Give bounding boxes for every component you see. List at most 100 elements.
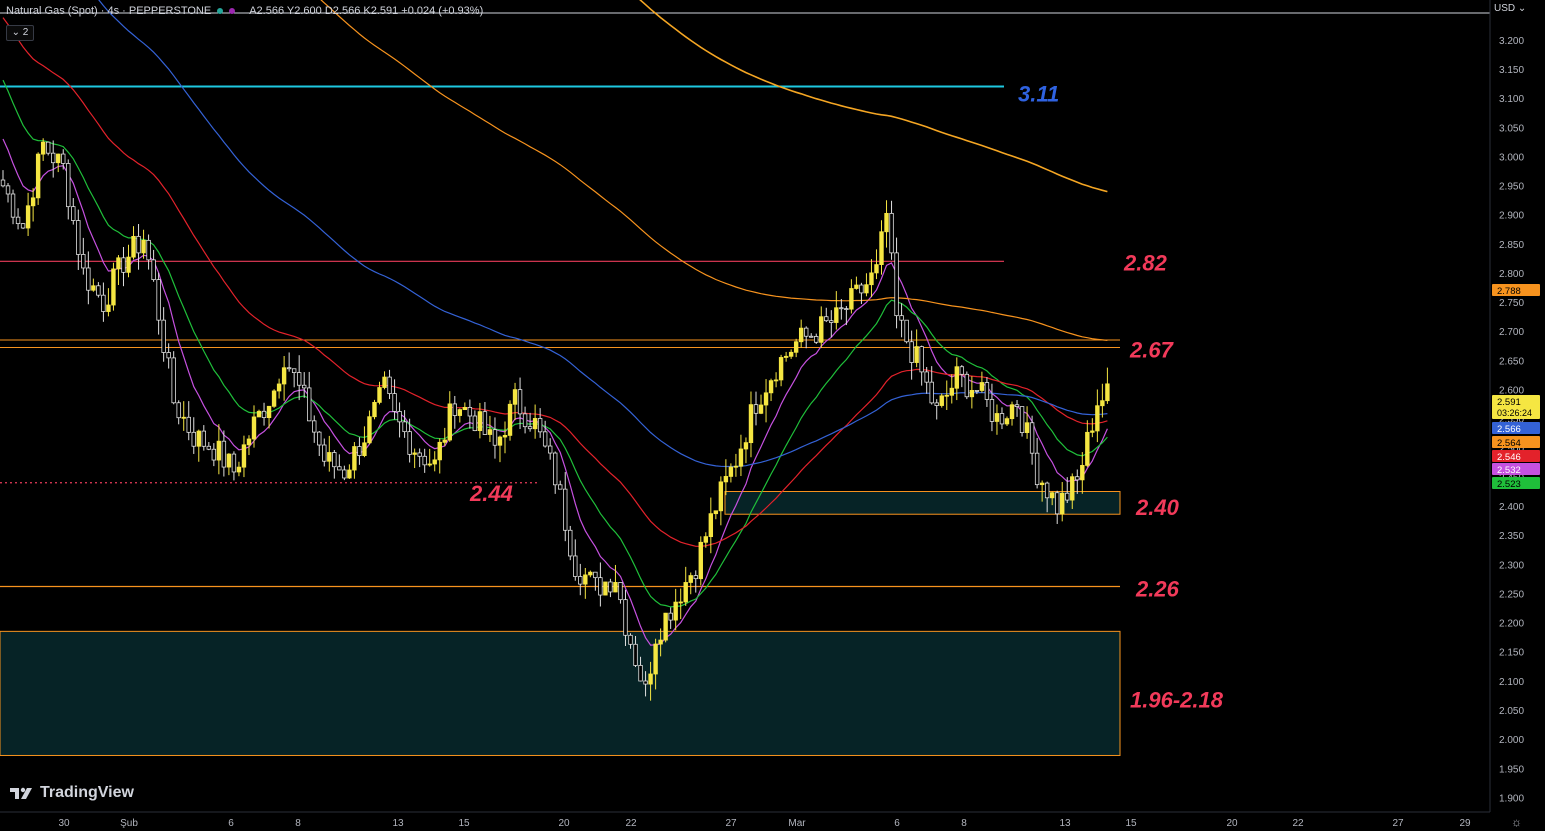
candle-body <box>854 284 859 289</box>
candle-body <box>317 431 322 446</box>
y-tick-label: 2.000 <box>1499 735 1524 746</box>
y-tick-label: 3.100 <box>1499 94 1524 105</box>
candle-body <box>904 319 909 343</box>
candle-body <box>422 455 427 466</box>
candle-body <box>929 381 934 404</box>
candle-body <box>5 185 11 195</box>
candle-body <box>703 536 708 543</box>
candle <box>939 393 944 408</box>
candle-body <box>1105 383 1110 402</box>
candle-body <box>291 368 297 373</box>
level-label-0: 3.11 <box>1018 81 1059 106</box>
x-tick-label: 6 <box>228 818 234 829</box>
candle-body <box>899 315 904 321</box>
price-chart[interactable]: 3.11 2.82 2.67 2.44 2.40 2.26 1.96-2.18 3.200 3.… <box>0 0 1545 831</box>
candle <box>20 223 26 230</box>
y-tick-label: 2.050 <box>1499 706 1524 717</box>
y-tick-label: 2.400 <box>1499 502 1524 513</box>
candle-body <box>71 206 76 221</box>
candle-body <box>758 404 764 414</box>
candle-body <box>914 346 919 363</box>
candle-body <box>743 442 749 450</box>
candle-body <box>994 413 1000 422</box>
candle-body <box>226 453 232 468</box>
y-tick-label: 2.700 <box>1499 327 1524 338</box>
candle-body <box>658 639 663 645</box>
candle-body <box>467 407 473 417</box>
candle-body <box>402 421 407 433</box>
settings-gear-icon[interactable]: ☼ <box>1511 815 1522 829</box>
candle-body <box>1034 452 1040 486</box>
candle-body <box>25 205 31 229</box>
candle-body <box>698 541 703 580</box>
candle <box>964 371 970 400</box>
candle-body <box>141 239 146 254</box>
candle-body <box>477 411 483 432</box>
candle-body <box>176 402 181 419</box>
candle-body <box>949 387 954 396</box>
candle-body <box>51 152 56 164</box>
candle-body <box>492 429 498 446</box>
candle-body <box>367 416 372 444</box>
ohlc-values: A2.566 Y2.600 D2.566 K2.591 +0.024 (+0.9… <box>249 5 484 17</box>
candle-body <box>1049 492 1055 499</box>
candle-body <box>844 308 849 310</box>
candle-body <box>241 444 247 468</box>
y-tick-label: 3.200 <box>1499 36 1524 47</box>
candle <box>45 141 51 156</box>
candle-body <box>312 420 317 433</box>
candle <box>663 612 668 643</box>
candle-body <box>673 601 678 621</box>
candle <box>603 581 608 596</box>
candle-body <box>156 279 161 321</box>
candle-body <box>708 513 714 538</box>
candle-body <box>261 410 267 419</box>
candle-body <box>76 220 81 255</box>
candle-body <box>86 267 91 291</box>
candle-body <box>718 481 724 512</box>
candle-body <box>678 601 683 604</box>
x-tick-label: 13 <box>1059 818 1071 829</box>
candle-body <box>909 341 914 363</box>
candle-body <box>332 452 337 468</box>
y-tick-label: 2.650 <box>1499 356 1524 367</box>
candle-body <box>286 367 292 370</box>
candle <box>111 262 116 311</box>
candle-body <box>768 380 774 394</box>
candle-body <box>1044 482 1050 499</box>
candle-body <box>387 376 392 394</box>
candle-body <box>1019 406 1025 433</box>
candle-body <box>793 341 799 353</box>
candle-body <box>788 351 794 357</box>
candle <box>1019 406 1025 437</box>
candle-body <box>81 254 86 269</box>
candle-body <box>939 395 944 406</box>
candle-body <box>618 582 623 601</box>
candle-body <box>35 153 41 199</box>
symbol-title[interactable]: Natural Gas (Spot) · 4s · PEPPERSTONE <box>6 5 211 17</box>
collapse-indicators-button[interactable]: ⌄ 2 <box>6 25 34 41</box>
candle-body <box>819 316 824 343</box>
x-tick-label: Mar <box>788 818 806 829</box>
candle-body <box>829 320 834 323</box>
candle-body <box>1090 430 1095 433</box>
candle-body <box>337 466 342 471</box>
candle-body <box>196 430 201 447</box>
y-tick-label: 3.050 <box>1499 123 1524 134</box>
x-tick-label: 15 <box>1125 818 1137 829</box>
candle-body <box>537 418 543 433</box>
candle-body <box>15 216 21 225</box>
price-tag: 2.546 <box>1492 450 1540 463</box>
candle-body <box>879 231 884 266</box>
price-tag: 2.566 <box>1492 422 1540 435</box>
candle-body <box>728 466 734 477</box>
price-tag: 2.523 <box>1492 477 1540 490</box>
candle-body <box>296 372 302 386</box>
candle-body <box>723 476 729 483</box>
candle-body <box>532 418 538 430</box>
candle-body <box>171 357 176 404</box>
candle-body <box>563 488 568 531</box>
currency-selector[interactable]: USD ⌄ <box>1494 3 1526 14</box>
level-label-2: 2.67 <box>1129 338 1175 363</box>
candle-body <box>1075 476 1080 481</box>
